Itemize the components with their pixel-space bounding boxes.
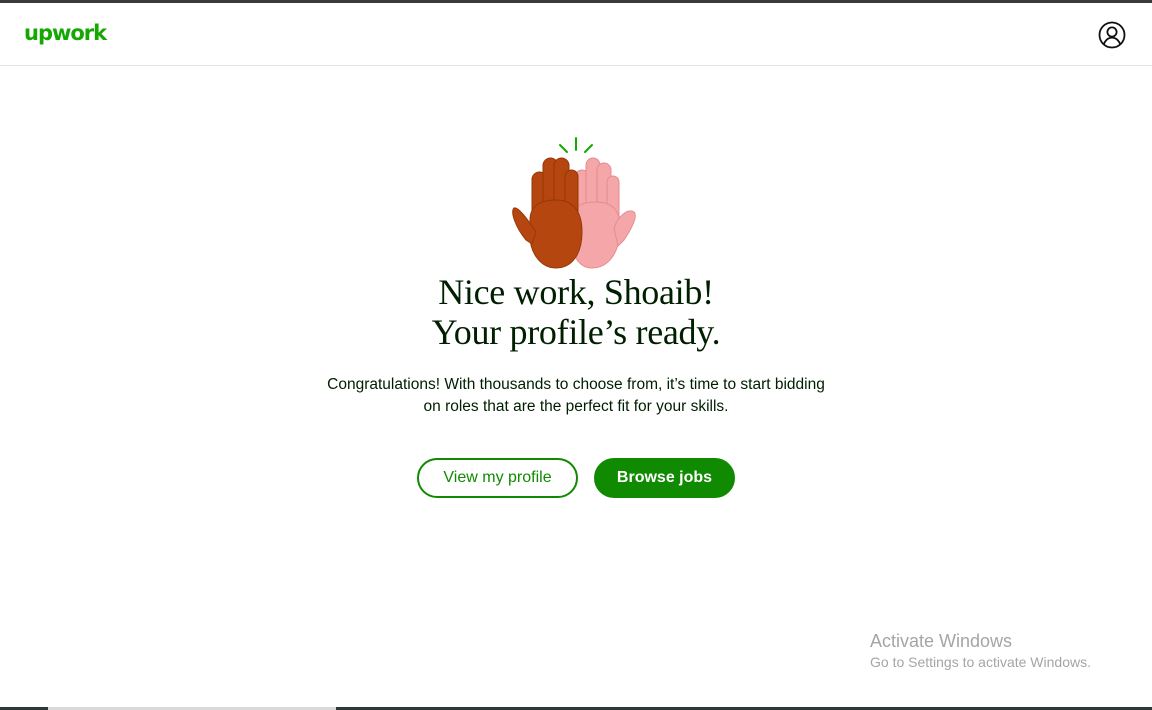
activate-windows-watermark: Activate Windows Go to Settings to activ… xyxy=(870,630,1091,672)
congratulations-message: Congratulations! With thousands to choos… xyxy=(300,374,852,418)
message-line-2: on roles that are the perfect fit for yo… xyxy=(423,398,729,415)
page-title-line-1: Nice work, Shoaib! xyxy=(438,272,714,312)
upwork-logo[interactable]: upwork xyxy=(24,19,107,47)
user-circle-icon xyxy=(1098,21,1126,49)
page: upwork Nice work, Shoaib! Your profile’s… xyxy=(0,0,1152,710)
high-five-illustration xyxy=(510,136,642,272)
top-nav: upwork xyxy=(0,3,1152,66)
browse-jobs-button[interactable]: Browse jobs xyxy=(594,458,735,498)
watermark-subtitle: Go to Settings to activate Windows. xyxy=(870,654,1091,670)
page-title-line-2: Your profile’s ready. xyxy=(431,312,721,352)
watermark-title: Activate Windows xyxy=(870,631,1013,651)
account-button[interactable] xyxy=(1097,20,1127,50)
page-title: Nice work, Shoaib! Your profile’s ready. xyxy=(0,272,1152,352)
high-five-icon xyxy=(512,137,636,269)
message-line-1: Congratulations! With thousands to choos… xyxy=(327,376,825,393)
view-my-profile-button[interactable]: View my profile xyxy=(417,458,578,498)
